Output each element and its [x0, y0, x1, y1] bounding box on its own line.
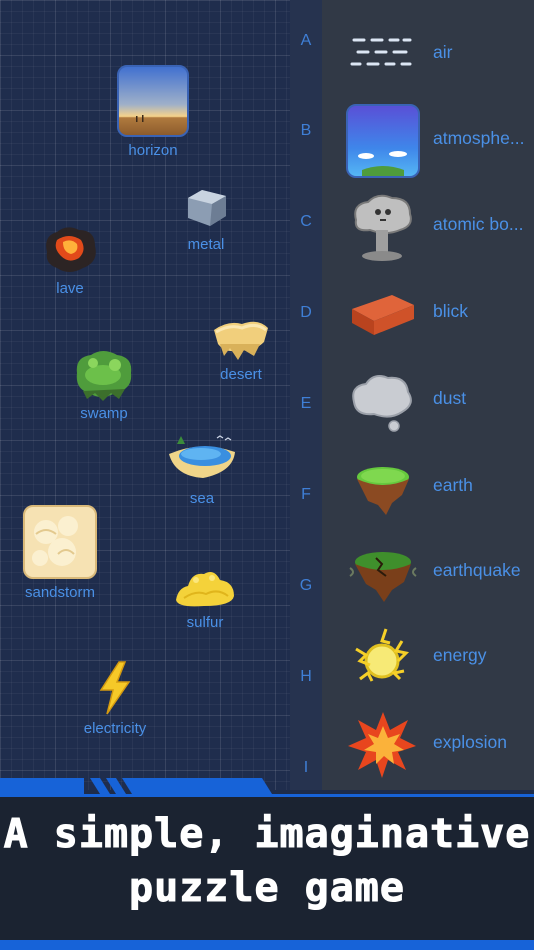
index-letter-g[interactable]: G [290, 577, 322, 595]
board-item-desert[interactable]: desert [191, 316, 291, 383]
banner-headline-line1: A simple, imaginative [3, 811, 531, 858]
desert-icon [214, 321, 268, 360]
list-item-atomic-bomb[interactable]: atomic bo... [322, 184, 534, 264]
list-item-label: energy [433, 645, 487, 665]
board-item-sea[interactable]: sea [152, 432, 252, 507]
index-letter-e[interactable]: E [290, 395, 322, 413]
board-item-label: swamp [80, 405, 128, 422]
promo-banner: A simple, imaginative puzzle game [0, 794, 534, 950]
list-item-air[interactable]: air [322, 12, 534, 92]
air-icon [350, 38, 412, 66]
list-item-label: earth [433, 475, 473, 495]
board-item-label: desert [220, 366, 262, 383]
board-item-label: sandstorm [24, 584, 96, 601]
sea-icon [169, 435, 235, 478]
board-item-horizon[interactable]: horizon [103, 64, 203, 159]
board-item-swamp[interactable]: swamp [54, 345, 154, 422]
index-letter-b[interactable]: B [290, 122, 322, 140]
list-item-atmosphere[interactable]: atmosphe... [322, 98, 534, 178]
sandstorm-icon [23, 505, 97, 579]
element-list[interactable]: air atmosphe... atomic bo... blick dust … [322, 0, 534, 790]
atmosphere-icon [346, 104, 420, 178]
board-item-label: lave [56, 280, 84, 297]
list-item-label: atomic bo... [433, 214, 524, 234]
list-item-energy[interactable]: energy [322, 615, 534, 695]
board-item-metal[interactable]: metal [156, 186, 256, 253]
earthquake-icon [349, 552, 417, 602]
swamp-icon [76, 351, 132, 401]
board-item-electricity[interactable]: electricity [65, 660, 165, 737]
list-item-label: dust [433, 388, 467, 408]
board-item-sandstorm[interactable]: sandstorm [10, 504, 110, 601]
horizon-icon [117, 65, 189, 137]
index-letter-f[interactable]: F [290, 486, 322, 504]
banner-headline-line2: puzzle game [129, 865, 405, 912]
board-item-label: sulfur [186, 614, 224, 631]
brick-icon [352, 295, 414, 335]
list-item-earthquake[interactable]: earthquake [322, 530, 534, 610]
list-item-label: earthquake [433, 560, 521, 580]
index-letter-a[interactable]: A [290, 32, 322, 50]
index-letter-i[interactable]: I [290, 759, 322, 777]
energy-icon [355, 628, 410, 682]
list-item-explosion[interactable]: explosion [322, 702, 534, 782]
list-item-brick[interactable]: blick [322, 271, 534, 351]
electricity-icon [99, 661, 131, 715]
list-item-label: atmosphe... [433, 128, 525, 148]
explosion-icon [348, 712, 416, 778]
board-item-label: sea [189, 490, 215, 507]
index-letter-d[interactable]: D [290, 304, 322, 322]
lava-icon [46, 227, 96, 272]
list-item-dust[interactable]: dust [322, 358, 534, 438]
list-item-label: blick [433, 301, 469, 321]
board-item-label: horizon [128, 142, 178, 159]
board-item-label: metal [187, 236, 225, 253]
alphabet-index[interactable]: A B C D E F G H I [290, 0, 322, 790]
list-item-label: explosion [433, 732, 507, 752]
earth-icon [357, 467, 409, 515]
game-board[interactable]: horizon metal lave desert swamp sea sand… [0, 0, 290, 790]
board-item-sulfur[interactable]: sulfur [155, 560, 255, 631]
board-item-lava[interactable]: lave [20, 222, 120, 297]
banner-accent-stripes [0, 778, 272, 794]
dust-icon [352, 375, 412, 432]
board-item-label: electricity [83, 720, 147, 737]
index-letter-c[interactable]: C [290, 213, 322, 231]
atomic-bomb-icon [354, 194, 412, 261]
sulfur-icon [176, 572, 234, 607]
index-letter-h[interactable]: H [290, 668, 322, 686]
list-item-earth[interactable]: earth [322, 445, 534, 525]
metal-icon [188, 190, 226, 226]
list-item-label: air [433, 42, 453, 62]
